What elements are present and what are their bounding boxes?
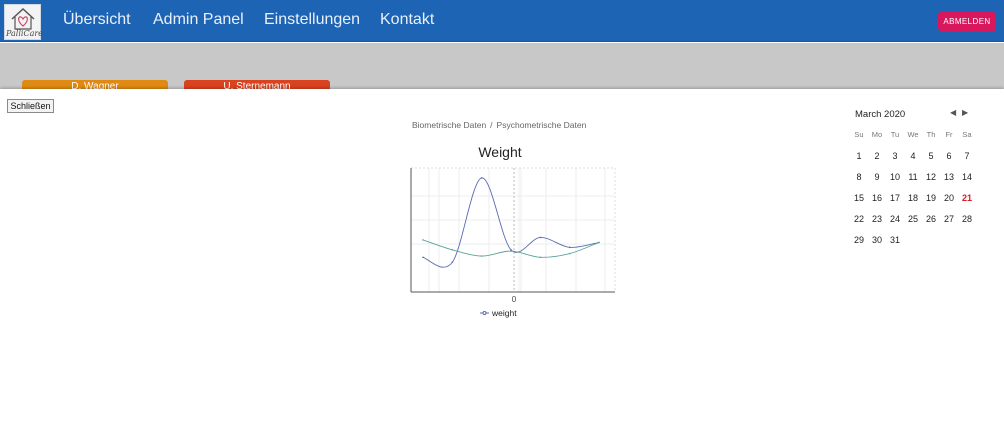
calendar-day[interactable]: 8 — [850, 171, 868, 192]
legend-label: weight — [491, 308, 517, 318]
data-point — [451, 249, 454, 251]
calendar-day[interactable]: 27 — [940, 213, 958, 234]
calendar-day[interactable]: 29 — [850, 234, 868, 255]
nav-item-settings[interactable]: Einstellungen — [264, 11, 360, 29]
data-point — [480, 177, 483, 179]
calendar-day[interactable]: 9 — [868, 171, 886, 192]
data-point — [480, 255, 483, 257]
calendar-week-row: 1234567 — [850, 150, 976, 171]
calendar-day[interactable]: 1 — [850, 150, 868, 171]
calendar-day[interactable]: 23 — [868, 213, 886, 234]
calendar-day[interactable]: 30 — [868, 234, 886, 255]
calendar-day[interactable]: 18 — [904, 192, 922, 213]
calendar-day[interactable]: 24 — [886, 213, 904, 234]
calendar-day[interactable]: 10 — [886, 171, 904, 192]
calendar-week-row: 29 30 31 — [850, 234, 976, 255]
calendar-day[interactable]: 31 — [886, 234, 904, 255]
calendar-weekday-row: Su Mo Tu We Th Fr Sa — [850, 129, 976, 150]
calendar-week-row: 22 23 24 25 26 27 28 — [850, 213, 976, 234]
data-point — [422, 256, 424, 259]
data-point — [539, 236, 542, 239]
breadcrumb-separator: / — [490, 120, 493, 130]
nav-item-overview[interactable]: Übersicht — [63, 11, 131, 29]
breadcrumb-psychometric[interactable]: Psychometrische Daten — [497, 120, 587, 130]
calendar-week-row: 15 16 17 18 19 20 21 — [850, 192, 976, 213]
calendar-day[interactable]: 17 — [886, 192, 904, 213]
plot-area-frame — [410, 167, 616, 293]
chart-title: Weight — [478, 144, 522, 160]
nav-item-contact[interactable]: Kontakt — [380, 11, 434, 29]
calendar-weekday: Th — [926, 130, 936, 139]
weight-chart: 0 weight — [410, 167, 616, 318]
calendar-next-icon[interactable]: ▶ — [962, 108, 968, 117]
calendar-month-label: March 2020 — [855, 109, 906, 120]
calendar-weekday: We — [907, 130, 919, 139]
calendar-day[interactable]: 16 — [868, 192, 886, 213]
logout-button[interactable]: ABMELDEN — [938, 12, 996, 31]
data-point — [422, 239, 424, 241]
calendar-day[interactable]: 11 — [904, 171, 922, 192]
data-point — [568, 252, 571, 255]
calendar-grid: Su Mo Tu We Th Fr Sa 1 2 3 4 5 6 7 8 9 10 11 12 13 14 15 16 17 1… — [850, 129, 976, 255]
calendar-day[interactable]: 2 — [868, 150, 886, 171]
calendar-day[interactable]: 25 — [904, 213, 922, 234]
calendar-day[interactable]: 26 — [922, 213, 940, 234]
top-navbar: PalliCare Übersicht Admin Panel Einstell… — [0, 0, 1004, 42]
calendar-day[interactable]: 4 — [904, 150, 922, 171]
series-line-0 — [422, 177, 600, 268]
calendar-day-selected[interactable]: 21 — [958, 192, 976, 213]
calendar-empty-cell — [904, 234, 922, 255]
calendar-empty-cell — [940, 234, 958, 255]
data-point — [451, 261, 454, 264]
calendar-day[interactable]: 22 — [850, 213, 868, 234]
data-point — [539, 256, 542, 259]
breadcrumb-biometric[interactable]: Biometrische Daten — [412, 120, 486, 130]
calendar-empty-cell — [922, 234, 940, 255]
calendar-weekday: Sa — [962, 130, 972, 139]
calendar-empty-cell — [958, 234, 976, 255]
data-point — [598, 241, 600, 244]
breadcrumb: Biometrische Daten / Psychometrische Daten — [412, 120, 586, 130]
data-point — [510, 250, 512, 252]
data-point — [568, 246, 571, 249]
calendar-day[interactable]: 20 — [940, 192, 958, 213]
calendar-prev-icon[interactable]: ◀ — [950, 108, 956, 117]
close-button[interactable]: Schließen — [7, 99, 54, 113]
logo-text: PalliCare — [6, 29, 43, 38]
pallicare-logo[interactable]: PalliCare — [4, 4, 43, 40]
calendar-weekday: Fr — [945, 130, 953, 139]
calendar-day[interactable]: 5 — [922, 150, 940, 171]
legend-marker — [482, 311, 487, 315]
calendar-week-row: 8 9 10 11 12 13 14 — [850, 171, 976, 192]
series-line-1 — [422, 239, 600, 258]
calendar-day[interactable]: 6 — [940, 150, 958, 171]
nav-item-admin-panel[interactable]: Admin Panel — [153, 11, 244, 29]
calendar-weekday: Tu — [890, 130, 900, 139]
x-tick-label: 0 — [512, 295, 517, 304]
house-heart-icon — [11, 7, 35, 30]
calendar-day[interactable]: 15 — [850, 192, 868, 213]
calendar-day[interactable]: 19 — [922, 192, 940, 213]
calendar-day[interactable]: 28 — [958, 213, 976, 234]
calendar-day[interactable]: 3 — [886, 150, 904, 171]
calendar-weekday: Su — [854, 130, 864, 139]
calendar-weekday: Mo — [871, 130, 883, 139]
calendar-day[interactable]: 12 — [922, 171, 940, 192]
calendar-day[interactable]: 13 — [940, 171, 958, 192]
calendar-day[interactable]: 7 — [958, 150, 976, 171]
calendar-day[interactable]: 14 — [958, 171, 976, 192]
